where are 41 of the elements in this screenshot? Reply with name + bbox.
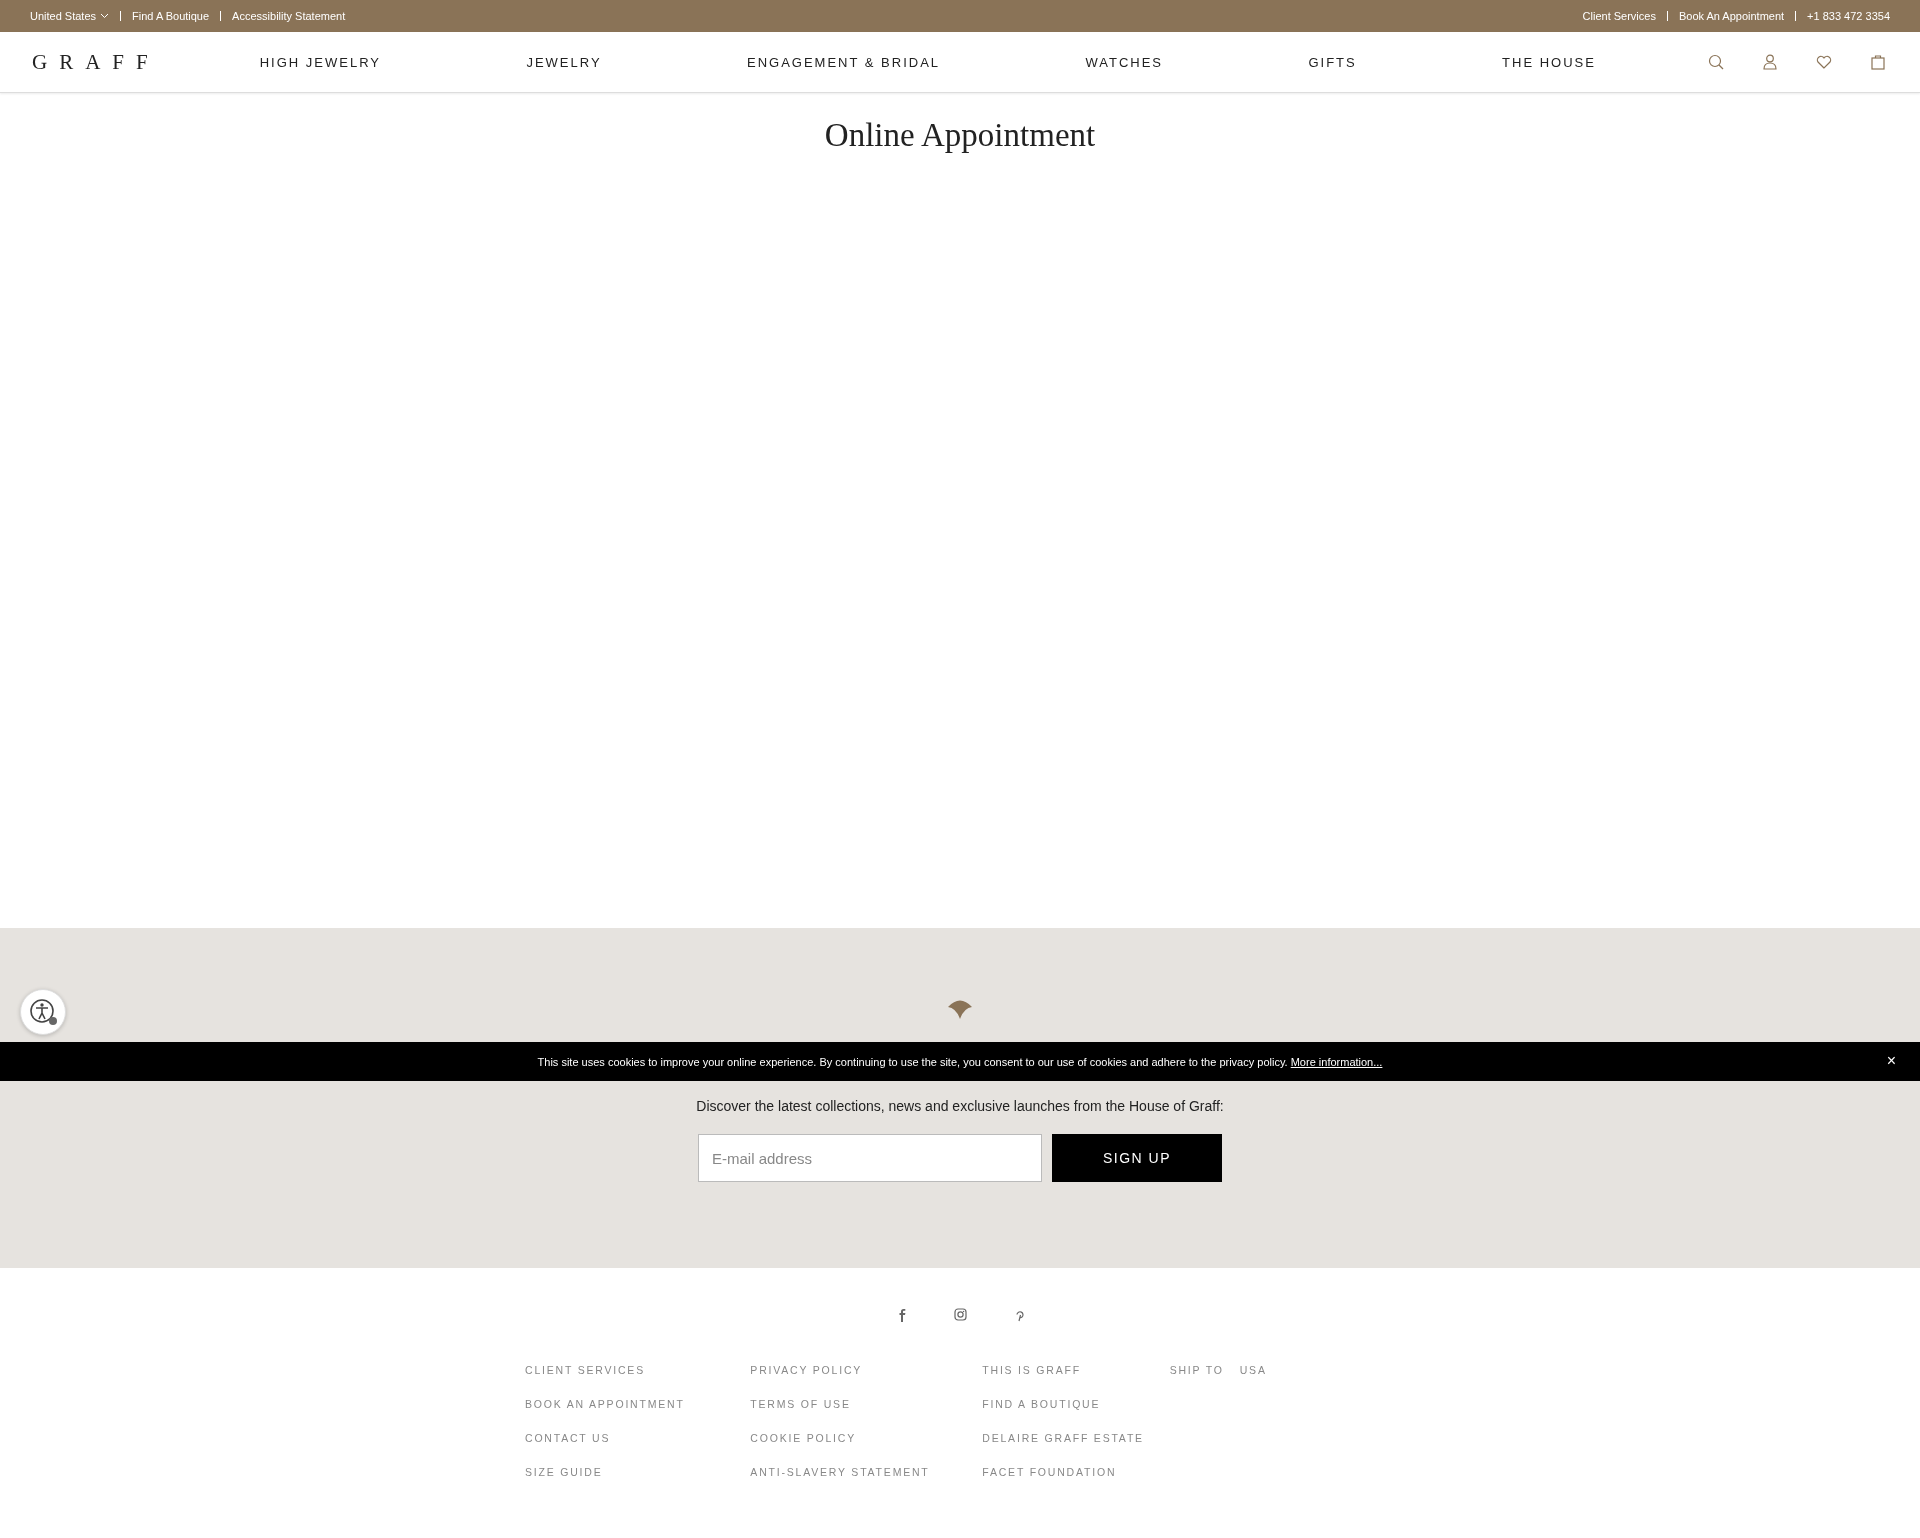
instagram-icon[interactable] bbox=[951, 1306, 969, 1323]
page-title: Online Appointment bbox=[824, 117, 1096, 155]
footer-link[interactable]: BOOK AN APPOINTMENT bbox=[525, 1397, 751, 1411]
sign-up-button[interactable]: SIGN UP bbox=[1052, 1134, 1222, 1182]
footer-link[interactable]: ANTI-SLAVERY STATEMENT bbox=[750, 1465, 983, 1479]
cookie-text: This site uses cookies to improve your online experience. By continuing to use the site, you consent to our use of cookies and adhere to the privacy policy. More information... bbox=[537, 1055, 1383, 1068]
footer-link[interactable]: CONTACT US bbox=[525, 1431, 751, 1445]
footer-link[interactable]: THIS IS GRAFF bbox=[982, 1363, 1170, 1377]
nav-link[interactable]: HIGH JEWELRY bbox=[259, 54, 381, 70]
utility-link[interactable]: Book An Appointment bbox=[1678, 10, 1785, 22]
nav-link[interactable]: WATCHES bbox=[1085, 54, 1163, 70]
logo[interactable]: GRAFF bbox=[32, 49, 160, 75]
nav-link[interactable]: GIFTS bbox=[1308, 54, 1357, 70]
country-selector[interactable]: United States bbox=[30, 10, 110, 22]
accessibility-button[interactable] bbox=[20, 989, 66, 1035]
search-icon[interactable] bbox=[1706, 52, 1726, 72]
person-icon[interactable] bbox=[1760, 52, 1780, 72]
country-link[interactable]: USA bbox=[1239, 1363, 1267, 1377]
accessibility-icon bbox=[28, 997, 58, 1027]
footer-link[interactable]: TERMS OF USE bbox=[750, 1397, 983, 1411]
footer-link[interactable]: FIND A BOUTIQUE bbox=[982, 1397, 1170, 1411]
footer-link[interactable]: FACET FOUNDATION bbox=[982, 1465, 1170, 1479]
nav-link[interactable]: THE HOUSE bbox=[1502, 54, 1596, 70]
utility-link[interactable]: Find A Boutique bbox=[132, 10, 210, 22]
utility-link[interactable]: +1 833 472 3354 bbox=[1807, 10, 1890, 22]
footer-link[interactable]: DELAIRE GRAFF ESTATE bbox=[982, 1431, 1170, 1445]
nav-link[interactable]: JEWELRY bbox=[526, 54, 602, 70]
footer-link[interactable]: PRIVACY POLICY bbox=[750, 1363, 983, 1377]
newsletter-text: Discover the latest collections, news and exclusive launches from the House of Graff: bbox=[696, 1098, 1224, 1114]
utility-link[interactable]: Accessibility Statement bbox=[232, 10, 346, 22]
footer-link[interactable]: SIZE GUIDE bbox=[525, 1465, 751, 1479]
footer-link[interactable]: CLIENT SERVICES bbox=[525, 1363, 751, 1377]
more-information-link[interactable]: More information... bbox=[1290, 1055, 1383, 1068]
footer-link[interactable]: COOKIE POLICY bbox=[750, 1431, 983, 1445]
fan-icon bbox=[947, 998, 973, 1020]
chevron-down-icon bbox=[100, 13, 110, 19]
utility-link[interactable]: Client Services bbox=[1582, 10, 1656, 22]
email-field[interactable]: E-mail address bbox=[698, 1134, 1042, 1182]
ship-to-label: SHIP TO bbox=[1169, 1363, 1224, 1377]
close-button[interactable]: × bbox=[1882, 1052, 1900, 1070]
nav-link[interactable]: ENGAGEMENT & BRIDAL bbox=[746, 54, 941, 70]
